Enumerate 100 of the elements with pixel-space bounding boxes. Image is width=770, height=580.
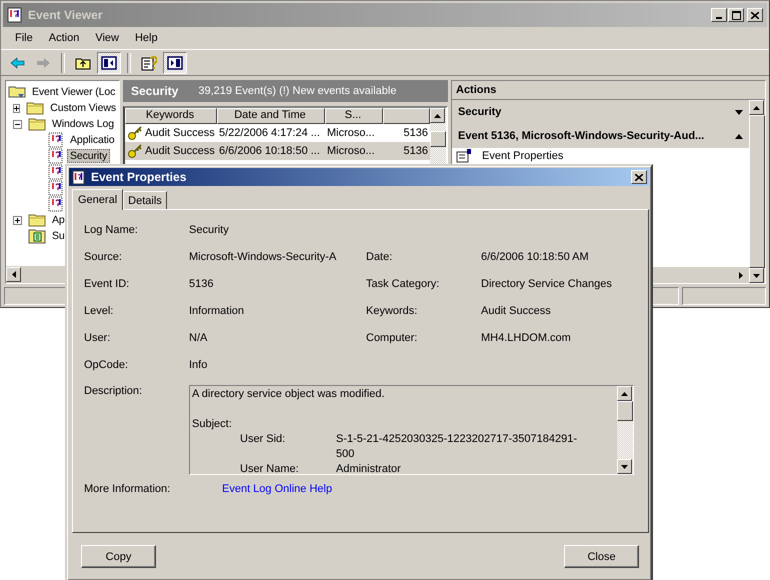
maximize-icon [732, 10, 740, 20]
close-icon [635, 174, 643, 180]
menu-item[interactable]: Help [126, 32, 166, 44]
field-value: Info [189, 359, 208, 371]
actions-title: Actions [452, 81, 765, 100]
toolbar-button[interactable] [97, 52, 121, 74]
source-cell-text: Microso... [326, 145, 376, 157]
field-label: Task Category: [366, 278, 440, 290]
date-cell-text: 5/22/2006 4:17:24 ... [218, 127, 321, 139]
log-title: Security [131, 84, 178, 98]
field-label: Description: [84, 385, 144, 399]
description-box[interactable]: A directory service object was modified. Subject: User Sid: S-1-5-21-4252030325-1223202717-3507184291-500 User Name: Administrator [189, 385, 634, 475]
help-link[interactable]: Event Log Online Help [222, 483, 332, 495]
pane-toggle-icon [167, 54, 183, 70]
expand-toggle[interactable] [13, 104, 20, 112]
scroll-thumb[interactable] [430, 131, 446, 147]
folder-icon [8, 84, 26, 100]
field-value: Directory Service Changes [481, 278, 613, 290]
scroll-left-button[interactable] [6, 267, 21, 282]
dialog-title: Event Properties [91, 170, 188, 184]
down-arrow-icon [753, 274, 760, 278]
column-header[interactable]: Date and Time [217, 108, 325, 124]
column-header[interactable]: S... [325, 108, 383, 124]
description-key: User Sid: [240, 432, 336, 462]
plus-icon [15, 218, 20, 222]
down-arrow-icon [621, 464, 628, 468]
event-row[interactable]: Audit Success 6/6/2006 10:18:50 ... Microso... 5136 [125, 142, 430, 160]
event-row[interactable]: Audit Success 5/22/2006 4:17:24 ... Microso... 5136 [125, 124, 430, 142]
up-arrow-icon [621, 392, 628, 396]
subscription-icon [28, 228, 46, 244]
keywords-text: Audit Success [145, 145, 215, 157]
action-section[interactable]: Event 5136, Microsoft-Windows-Security-Aud... [452, 124, 749, 148]
tree-item[interactable]: Su [49, 229, 68, 243]
app-icon [72, 170, 86, 184]
tree-item[interactable]: Event Viewer (Loc [29, 85, 118, 99]
source-cell-text: Microso... [326, 127, 376, 139]
log-icon [48, 148, 64, 164]
field-value: 5136 [189, 278, 214, 290]
log-icon [48, 180, 64, 196]
field-value: N/A [189, 332, 208, 344]
field-label: Level: [84, 305, 114, 317]
dialog-button[interactable]: Close [564, 545, 639, 568]
app-icon [7, 7, 23, 23]
event-count: 39,219 Event(s) (!) New events available [198, 85, 396, 97]
tree-item[interactable]: Ap [49, 213, 68, 227]
left-arrow-icon [12, 271, 16, 278]
field-value: Information [189, 305, 246, 317]
description-key: User Name: [240, 462, 336, 474]
folder-icon [26, 100, 44, 116]
tree-item[interactable]: Custom Views [47, 101, 119, 115]
scroll-down-button[interactable] [617, 459, 632, 474]
event-id-cell-text: 5136 [402, 145, 429, 157]
dialog-button[interactable]: Copy [81, 545, 156, 568]
collapse-icon [735, 134, 743, 138]
window-title: Event Viewer [28, 8, 104, 22]
plus-icon [14, 106, 20, 110]
tree-item[interactable]: Security [67, 149, 110, 163]
tab[interactable]: General [72, 189, 124, 210]
log-icon [48, 164, 64, 180]
help-icon [141, 54, 157, 70]
description-value: Administrator [336, 462, 402, 474]
log-icon [48, 132, 64, 148]
minus-icon [15, 122, 20, 126]
scroll-up-button[interactable] [749, 100, 764, 115]
date-cell-text: 6/6/2006 10:18:50 ... [218, 145, 321, 157]
toolbar-button[interactable] [163, 52, 187, 74]
tree-item[interactable]: Windows Log [49, 117, 117, 131]
column-header[interactable] [383, 108, 430, 124]
field-label: Event ID: [84, 278, 130, 290]
field-value: Microsoft-Windows-Security-A [189, 251, 338, 263]
description-heading: Subject: [192, 417, 233, 432]
expand-toggle[interactable] [13, 216, 22, 224]
scroll-up-button[interactable] [430, 108, 445, 123]
collapse-toggle[interactable] [13, 120, 22, 128]
scroll-up-button[interactable] [617, 386, 632, 401]
menu-item[interactable]: View [87, 32, 127, 44]
field-label: Log Name: [84, 224, 139, 236]
key-icon [127, 143, 143, 159]
tab[interactable]: Details [123, 191, 167, 209]
field-label: Source: [84, 251, 123, 263]
back-arrow-icon [9, 54, 25, 70]
field-value: Security [189, 224, 230, 236]
field-label: User: [84, 332, 112, 344]
menu-item[interactable]: File [7, 32, 41, 44]
description-value: S-1-5-21-4252030325-1223202717-3507184291-500 [336, 432, 577, 462]
description-text: A directory service object was modified. [192, 387, 386, 402]
column-header[interactable]: Keywords [125, 108, 217, 124]
field-value: MH4.LHDOM.com [481, 332, 572, 344]
log-icon [48, 196, 64, 212]
keywords-text: Audit Success [145, 127, 215, 139]
up-arrow-icon [434, 114, 441, 118]
scroll-down-button[interactable] [749, 268, 764, 283]
scroll-thumb[interactable] [617, 401, 633, 421]
menu-item[interactable]: Action [40, 32, 88, 44]
field-label: OpCode: [84, 359, 130, 371]
field-value: 6/6/2006 10:18:50 AM [481, 251, 590, 263]
close-button[interactable] [631, 170, 647, 184]
event-id-cell-text: 5136 [402, 127, 429, 139]
action-section[interactable]: Security [452, 100, 749, 124]
tree-item[interactable]: Applicatio [67, 133, 118, 147]
